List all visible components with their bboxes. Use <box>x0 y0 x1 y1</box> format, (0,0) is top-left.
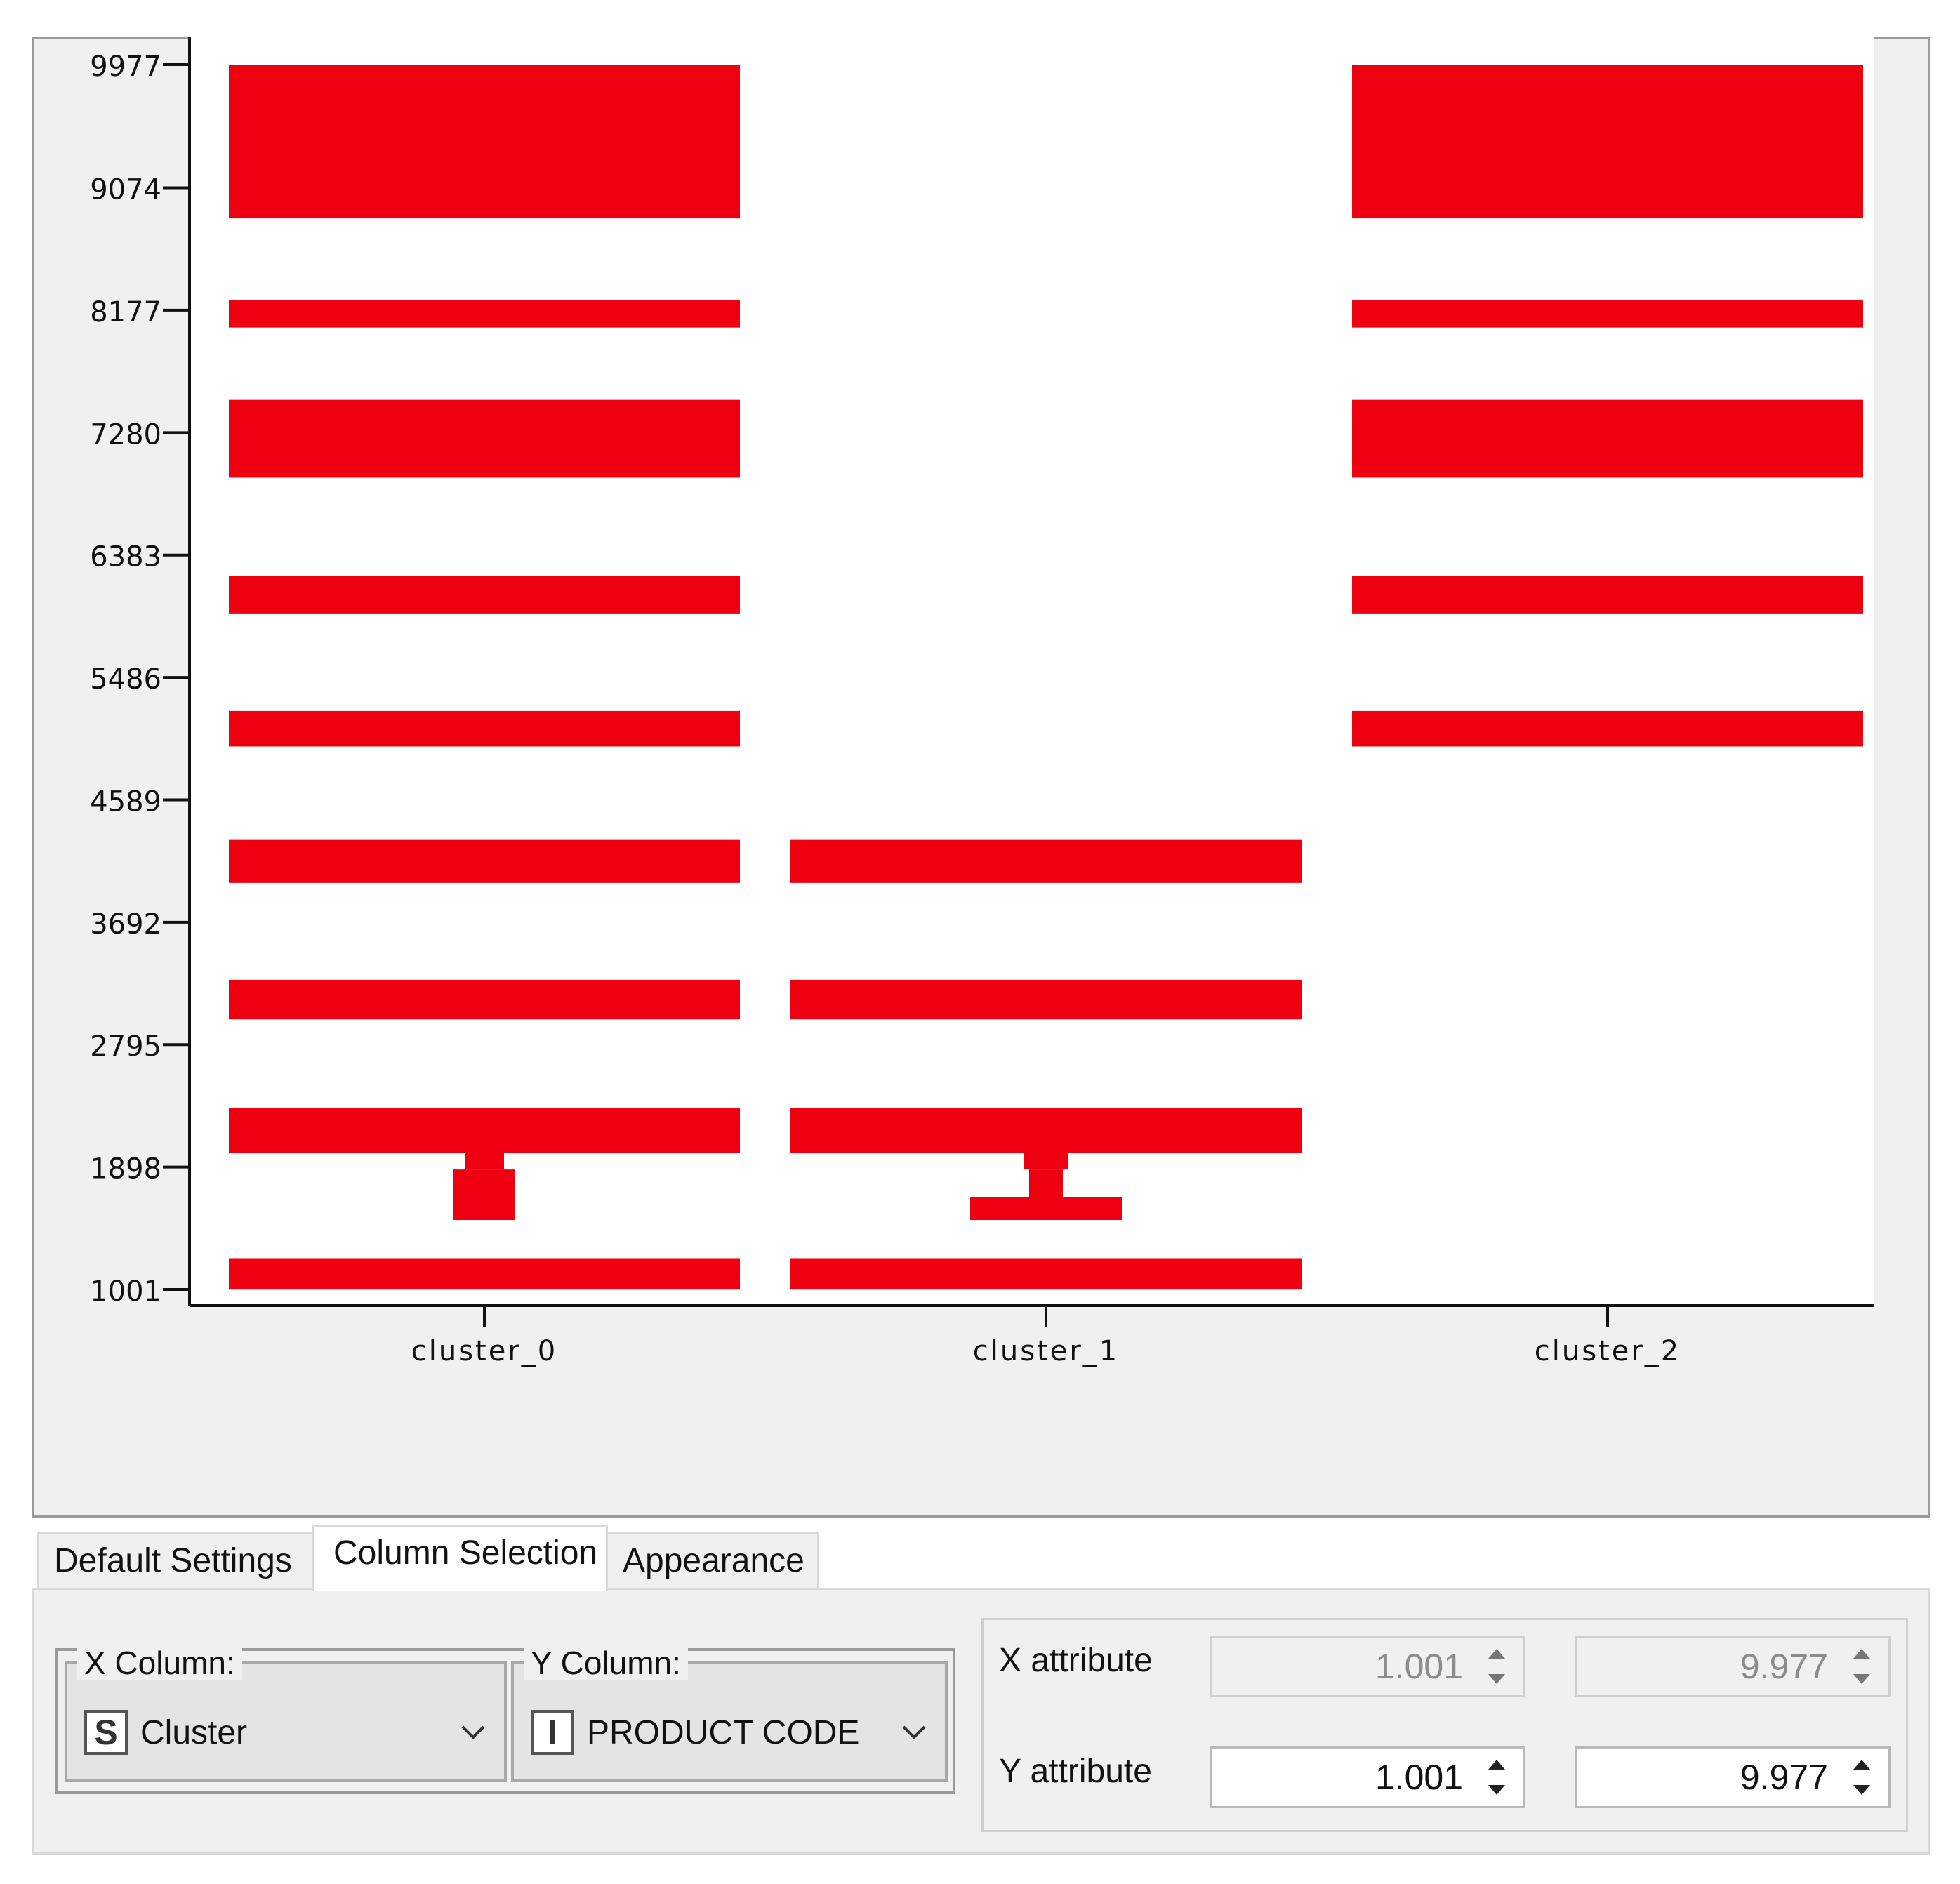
arrow-down-icon[interactable] <box>1488 1785 1505 1795</box>
x-category-label: cluster_0 <box>411 1335 557 1367</box>
x-attribute-max-spinner[interactable]: 9.977 <box>1575 1636 1891 1697</box>
bar-segment <box>1352 65 1863 219</box>
bar-segment <box>1352 300 1863 328</box>
y-attribute-min-value: 1.001 <box>1375 1758 1463 1797</box>
bar-segment <box>229 576 740 614</box>
bar-segment <box>229 1108 740 1153</box>
bar-segment <box>229 1258 740 1290</box>
bar-segment <box>229 979 740 1020</box>
tab-default-settings[interactable]: Default Settings <box>37 1532 314 1589</box>
bar-segment <box>1024 1153 1068 1170</box>
y-attribute-max-value: 9.977 <box>1740 1758 1828 1797</box>
arrow-up-icon[interactable] <box>1488 1760 1505 1770</box>
bar-segment <box>1352 576 1863 614</box>
column-selectors: X Column: S Cluster Y Column: I PRODUCT … <box>55 1645 955 1794</box>
chevron-down-icon[interactable] <box>459 1718 487 1746</box>
y-tick-label: 6383 <box>90 541 161 573</box>
y-tick-label: 1898 <box>90 1153 161 1186</box>
y-tick-label: 9977 <box>90 51 161 83</box>
y-tick-label: 5486 <box>90 663 161 696</box>
y-tick-label: 8177 <box>90 296 161 329</box>
string-type-icon: S <box>84 1710 128 1755</box>
x-column-group: X Column: S Cluster <box>65 1645 507 1782</box>
bar-segment <box>1352 710 1863 747</box>
bar-segment <box>229 65 740 219</box>
arrow-down-icon[interactable] <box>1853 1674 1870 1684</box>
x-column-legend: X Column: <box>77 1645 242 1680</box>
integer-type-icon: I <box>531 1710 574 1755</box>
x-column-dropdown[interactable]: S Cluster <box>84 1703 487 1762</box>
y-column-value: PRODUCT CODE <box>587 1713 860 1751</box>
bar-segment <box>465 1153 504 1170</box>
bar-segment <box>790 1108 1302 1153</box>
bar-chart: 9977 9074 8177 7280 6383 5486 4589 3692 2795 1898… <box>90 37 1874 1367</box>
bar-segment <box>229 399 740 478</box>
y-attribute-min-spinner[interactable]: 1.001 <box>1210 1746 1525 1808</box>
arrow-down-icon[interactable] <box>1853 1785 1870 1795</box>
chevron-down-icon[interactable] <box>900 1718 928 1746</box>
x-attribute-min-spinner[interactable]: 1.001 <box>1210 1636 1525 1697</box>
x-column-value: Cluster <box>140 1713 248 1751</box>
x-category-label: cluster_2 <box>1535 1335 1681 1367</box>
attribute-ranges: X attribute 1.001 9.977 Y attribute 1.00… <box>981 1618 1908 1832</box>
x-attribute-max-value: 9.977 <box>1740 1647 1828 1686</box>
bar-segment <box>790 979 1302 1020</box>
bar-segment <box>229 300 740 328</box>
bar-segment <box>790 1258 1302 1290</box>
bar-segment <box>790 839 1302 883</box>
bar-segment <box>970 1196 1122 1221</box>
arrow-up-icon[interactable] <box>1488 1649 1505 1659</box>
x-attribute-min-value: 1.001 <box>1375 1647 1463 1686</box>
bar-segment <box>1352 399 1863 478</box>
y-tick-label: 7280 <box>90 418 161 451</box>
y-column-dropdown[interactable]: I PRODUCT CODE <box>531 1703 928 1762</box>
tab-column-selection[interactable]: Column Selection <box>312 1525 608 1591</box>
tab-appearance[interactable]: Appearance <box>605 1532 819 1589</box>
y-attribute-max-spinner[interactable]: 9.977 <box>1575 1746 1891 1808</box>
arrow-up-icon[interactable] <box>1853 1649 1870 1659</box>
x-category-label: cluster_1 <box>973 1335 1119 1367</box>
bar-segment <box>1029 1169 1063 1197</box>
y-tick-label: 4589 <box>90 785 161 818</box>
bar-segment <box>229 710 740 747</box>
arrow-up-icon[interactable] <box>1853 1760 1870 1770</box>
arrow-down-icon[interactable] <box>1488 1674 1505 1684</box>
bar-segment <box>229 839 740 883</box>
column-selection-panel: X Column: S Cluster Y Column: I PRODUCT … <box>32 1588 1930 1855</box>
bar-segment <box>453 1169 515 1221</box>
y-tick-label: 3692 <box>90 908 161 941</box>
y-tick-label: 1001 <box>90 1275 161 1308</box>
y-attribute-label: Y attribute <box>999 1753 1152 1790</box>
y-column-legend: Y Column: <box>524 1645 688 1680</box>
y-tick-label: 2795 <box>90 1030 161 1063</box>
y-tick-label: 9074 <box>90 174 161 206</box>
x-attribute-label: X attribute <box>999 1642 1153 1679</box>
y-column-group: Y Column: I PRODUCT CODE <box>511 1645 948 1782</box>
